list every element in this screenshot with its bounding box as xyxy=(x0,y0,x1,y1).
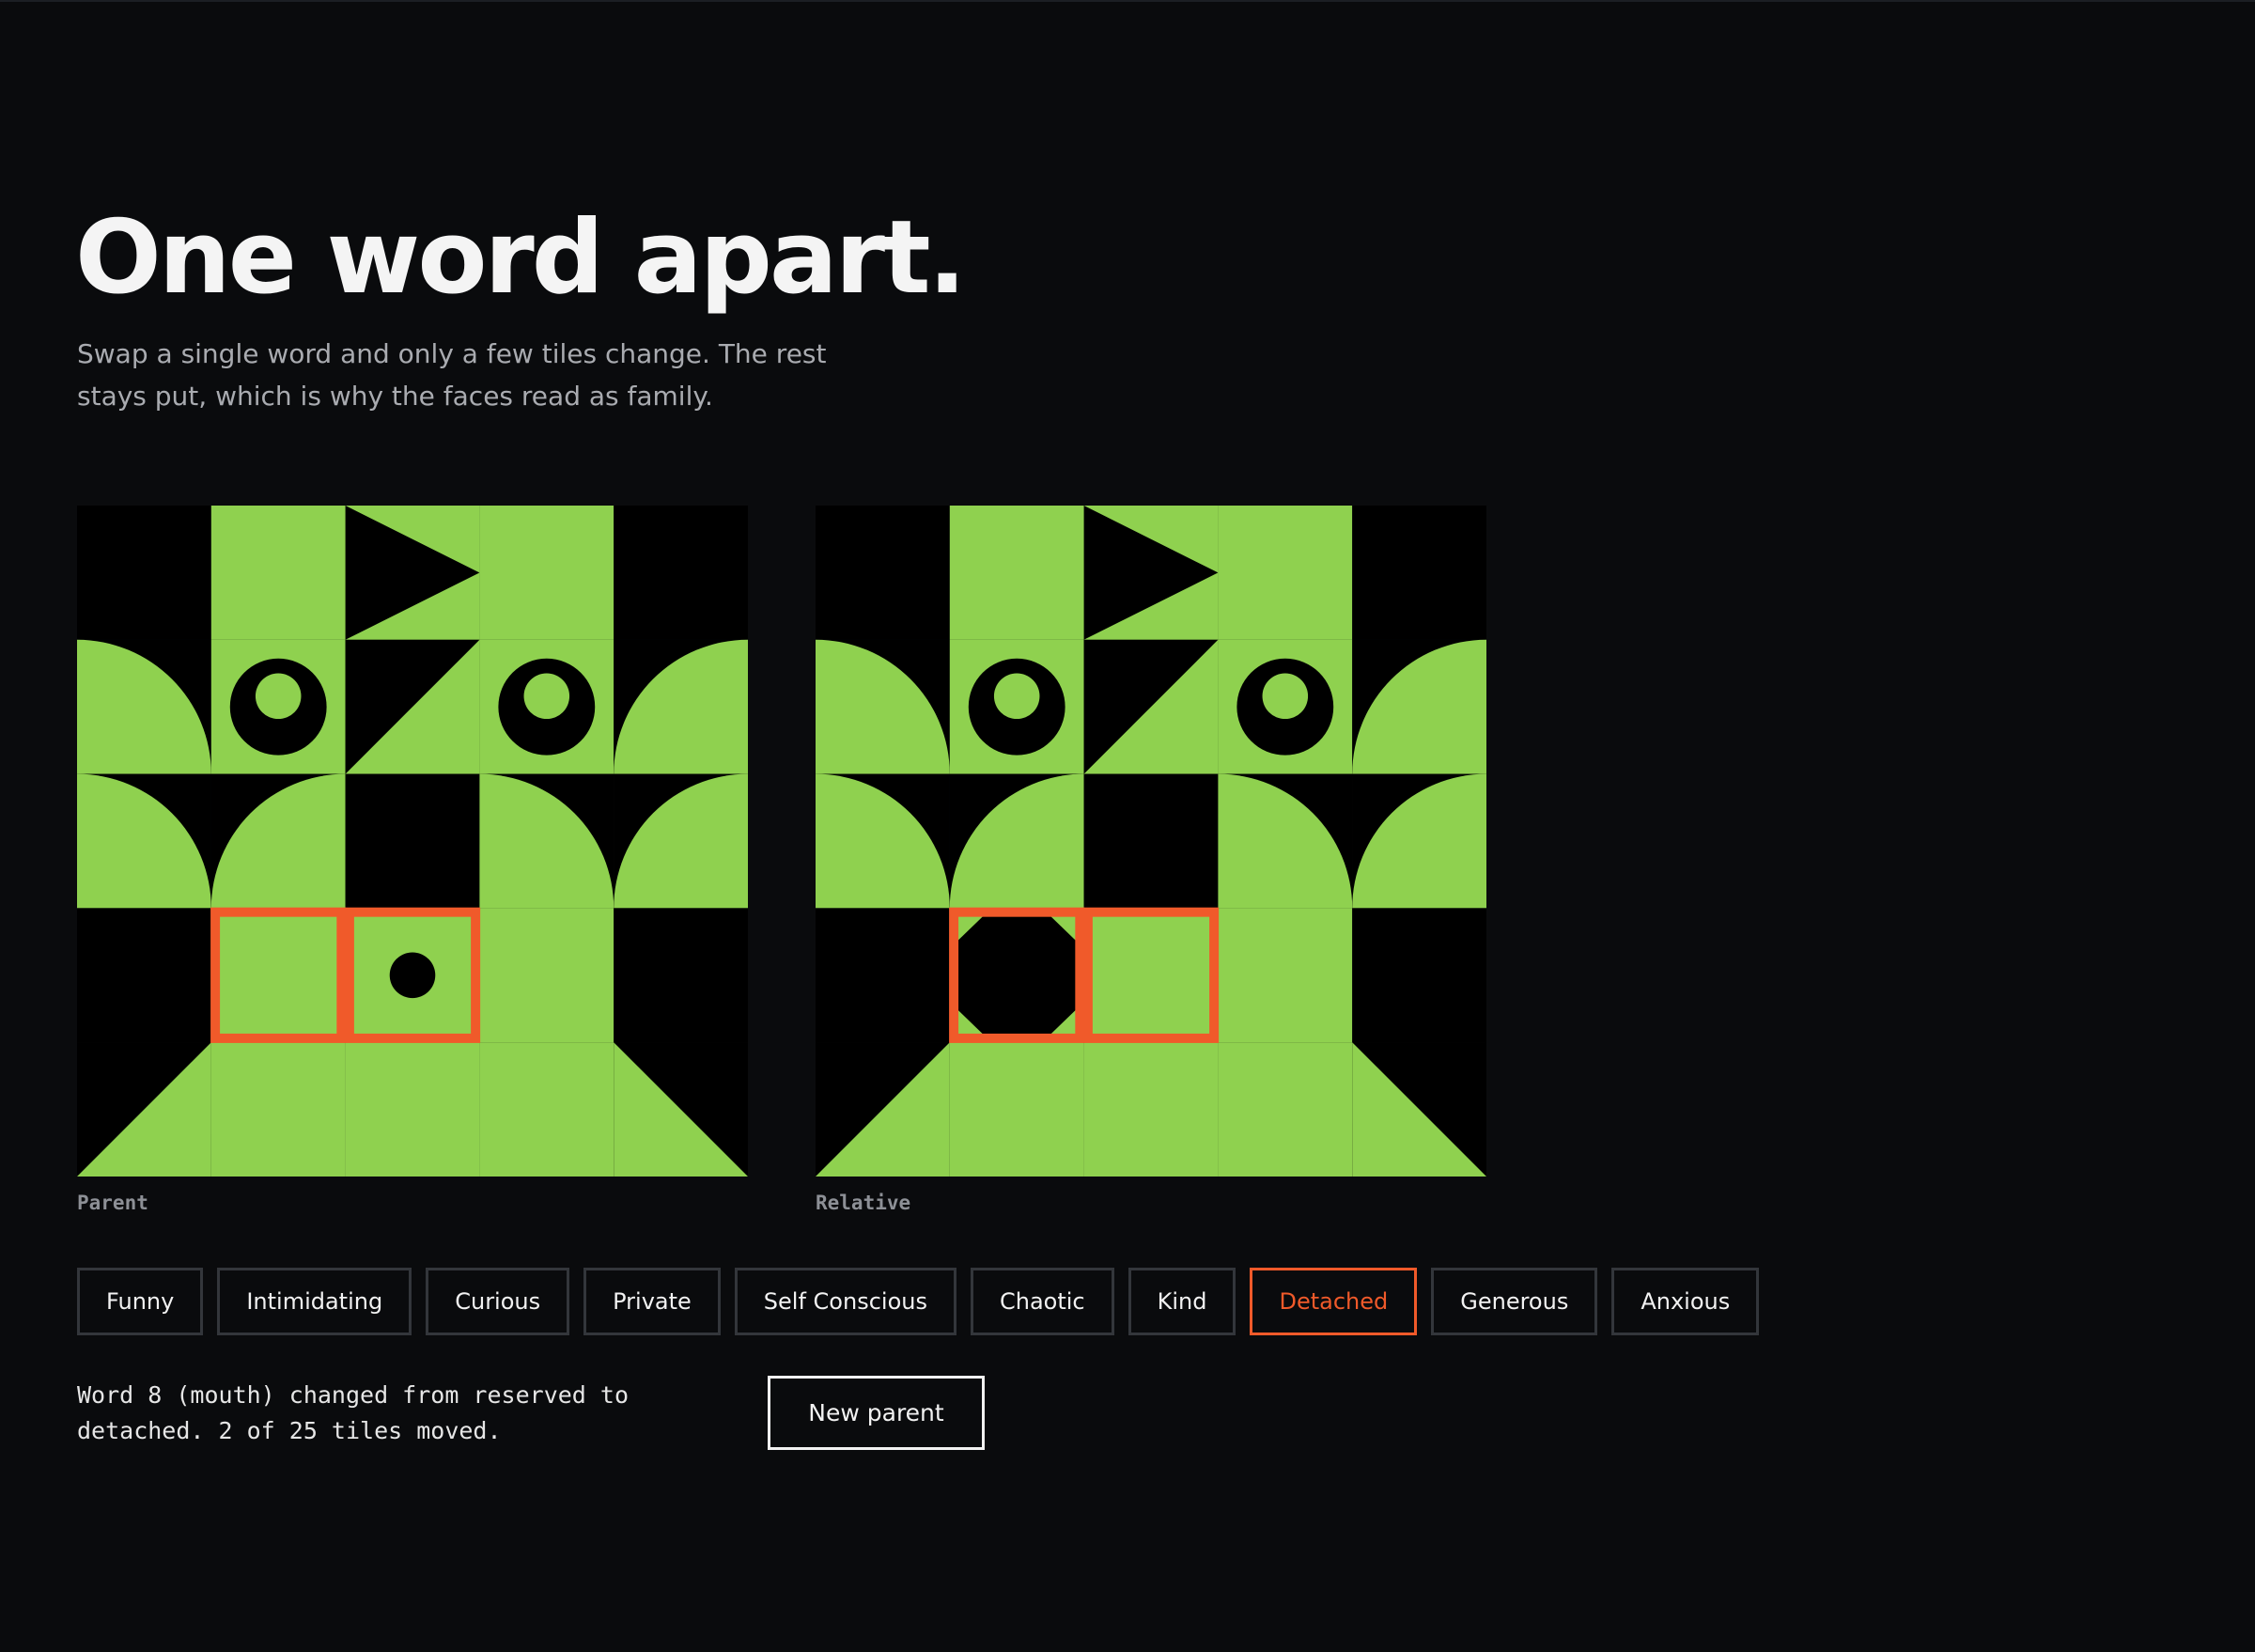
tile xyxy=(1352,773,1486,909)
word-chip-private[interactable]: Private xyxy=(583,1268,721,1335)
tile xyxy=(479,506,614,640)
mouth-tile-changed xyxy=(1083,908,1219,1043)
tile xyxy=(949,506,1084,640)
mouth-tile-changed xyxy=(210,908,346,1043)
word-chip-detached[interactable]: Detached xyxy=(1250,1268,1418,1335)
word-chip-generous[interactable]: Generous xyxy=(1431,1268,1598,1335)
word-chip-chaotic[interactable]: Chaotic xyxy=(970,1268,1114,1335)
mouth-tile-changed xyxy=(949,908,1084,1043)
tile xyxy=(1352,908,1486,1043)
tile xyxy=(816,639,950,774)
tile xyxy=(614,1042,748,1177)
tile xyxy=(77,908,211,1043)
tile xyxy=(816,1042,950,1177)
tile xyxy=(77,773,211,909)
parent-face xyxy=(77,506,748,1177)
tile xyxy=(614,908,748,1043)
mouth-tile-changed xyxy=(345,908,480,1043)
tile xyxy=(1218,908,1353,1043)
parent-caption: Parent xyxy=(77,1192,148,1214)
tile xyxy=(1083,1042,1219,1177)
tile xyxy=(345,1042,480,1177)
tile xyxy=(77,639,211,774)
page-subtitle: Swap a single word and only a few tiles … xyxy=(77,338,827,412)
eye-right-tile xyxy=(1218,639,1353,774)
tile xyxy=(479,773,614,909)
tile xyxy=(1083,773,1219,909)
tile xyxy=(1352,639,1486,774)
tile xyxy=(210,1042,346,1177)
tile xyxy=(816,506,950,640)
eye-left-tile xyxy=(210,639,346,774)
tile xyxy=(816,773,950,909)
tile xyxy=(949,1042,1084,1177)
tile xyxy=(345,773,480,909)
tile xyxy=(210,773,346,909)
relative-face-tiles xyxy=(816,506,1486,1177)
relative-caption: Relative xyxy=(816,1192,911,1214)
eye-left-tile xyxy=(949,639,1084,774)
tile xyxy=(1083,639,1219,774)
new-parent-button[interactable]: New parent xyxy=(768,1376,985,1450)
tile xyxy=(479,908,614,1043)
tile xyxy=(1083,506,1219,640)
tile xyxy=(614,639,748,774)
tile-grid xyxy=(816,506,1486,1177)
tile xyxy=(1218,773,1353,909)
tile xyxy=(1352,506,1486,640)
word-chip-intimidating[interactable]: Intimidating xyxy=(217,1268,412,1335)
word-chip-curious[interactable]: Curious xyxy=(426,1268,570,1335)
tile xyxy=(614,506,748,640)
tile xyxy=(345,639,480,774)
word-chip-kind[interactable]: Kind xyxy=(1128,1268,1236,1335)
eye-right-tile xyxy=(479,639,614,774)
tile xyxy=(949,773,1084,909)
page: One word apart. Swap a single word and o… xyxy=(0,2,2255,1652)
tile xyxy=(210,506,346,640)
tile-grid xyxy=(77,506,748,1177)
tile xyxy=(1218,506,1353,640)
word-chip-self-conscious[interactable]: Self Conscious xyxy=(734,1268,956,1335)
word-chip-anxious[interactable]: Anxious xyxy=(1611,1268,1760,1335)
page-title: One word apart. xyxy=(75,199,967,317)
tile xyxy=(1218,1042,1353,1177)
tile xyxy=(816,908,950,1043)
tile xyxy=(345,506,480,640)
tile xyxy=(1352,1042,1486,1177)
tile xyxy=(479,1042,614,1177)
tile xyxy=(614,773,748,909)
tile xyxy=(77,1042,211,1177)
tile xyxy=(77,506,211,640)
word-chip-funny[interactable]: Funny xyxy=(77,1268,204,1335)
relative-face xyxy=(816,506,1486,1177)
change-status-message: Word 8 (mouth) changed from reserved to … xyxy=(77,1381,629,1444)
parent-face-tiles xyxy=(77,506,748,1177)
word-chip-row: Funny Intimidating Curious Private Self … xyxy=(77,1268,1760,1335)
